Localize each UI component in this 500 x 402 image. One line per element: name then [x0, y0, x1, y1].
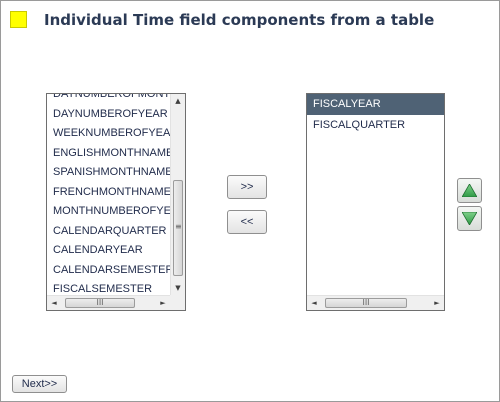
scroll-right-icon[interactable]: ► [430, 296, 444, 310]
vertical-scrollbar[interactable]: ▲ ≡ ▼ [170, 94, 185, 295]
move-up-button[interactable] [457, 178, 482, 203]
list-item[interactable]: DAYNUMBEROFMONTH [47, 94, 170, 105]
horizontal-scroll-thumb[interactable]: III [65, 298, 135, 308]
next-button[interactable]: Next>> [12, 375, 67, 393]
available-fields-items: DAYNUMBEROFMONTH DAYNUMBEROFYEAR WEEKNUMBE… [47, 94, 170, 300]
scroll-left-icon[interactable]: ◄ [307, 296, 321, 310]
list-item[interactable]: FISCALYEAR [307, 94, 444, 115]
list-item[interactable]: WEEKNUMBEROFYEAR [47, 124, 170, 144]
list-item[interactable]: CALENDARQUARTER [47, 222, 170, 242]
grip-icon: ≡ [175, 222, 182, 231]
available-fields-list[interactable]: DAYNUMBEROFMONTH DAYNUMBEROFYEAR WEEKNUMBE… [46, 93, 186, 311]
move-down-button[interactable] [457, 206, 482, 231]
remove-fields-button[interactable]: << [227, 210, 267, 234]
list-item[interactable]: ENGLISHMONTHNAME [47, 144, 170, 164]
yellow-square-icon [10, 11, 27, 28]
scroll-right-icon[interactable]: ► [156, 296, 170, 310]
arrow-up-icon [462, 184, 477, 197]
list-item[interactable]: CALENDARSEMESTER [47, 261, 170, 281]
horizontal-scrollbar[interactable]: ◄ III ► [47, 295, 170, 310]
scroll-up-icon[interactable]: ▲ [171, 94, 185, 108]
list-item[interactable]: FRENCHMONTHNAME [47, 183, 170, 203]
selected-fields-list[interactable]: FISCALYEAR FISCALQUARTER ◄ III ► [306, 93, 445, 311]
page-title: Individual Time field components from a … [44, 11, 435, 29]
scrollbar-corner [170, 295, 185, 310]
scroll-down-icon[interactable]: ▼ [171, 281, 185, 295]
list-item[interactable]: DAYNUMBEROFYEAR [47, 105, 170, 125]
vertical-scroll-thumb[interactable]: ≡ [173, 180, 183, 276]
dialog-frame: Individual Time field components from a … [0, 0, 500, 402]
add-fields-button[interactable]: >> [227, 175, 267, 199]
horizontal-scroll-thumb[interactable]: III [325, 298, 407, 308]
arrow-down-icon [462, 212, 477, 225]
list-item[interactable]: CALENDARYEAR [47, 241, 170, 261]
scroll-left-icon[interactable]: ◄ [47, 296, 61, 310]
horizontal-scrollbar[interactable]: ◄ III ► [307, 295, 444, 310]
list-item[interactable]: MONTHNUMBEROFYEAR [47, 202, 170, 222]
list-item[interactable]: SPANISHMONTHNAME [47, 163, 170, 183]
selected-fields-items: FISCALYEAR FISCALQUARTER [307, 94, 444, 136]
list-item[interactable]: FISCALQUARTER [307, 115, 444, 136]
